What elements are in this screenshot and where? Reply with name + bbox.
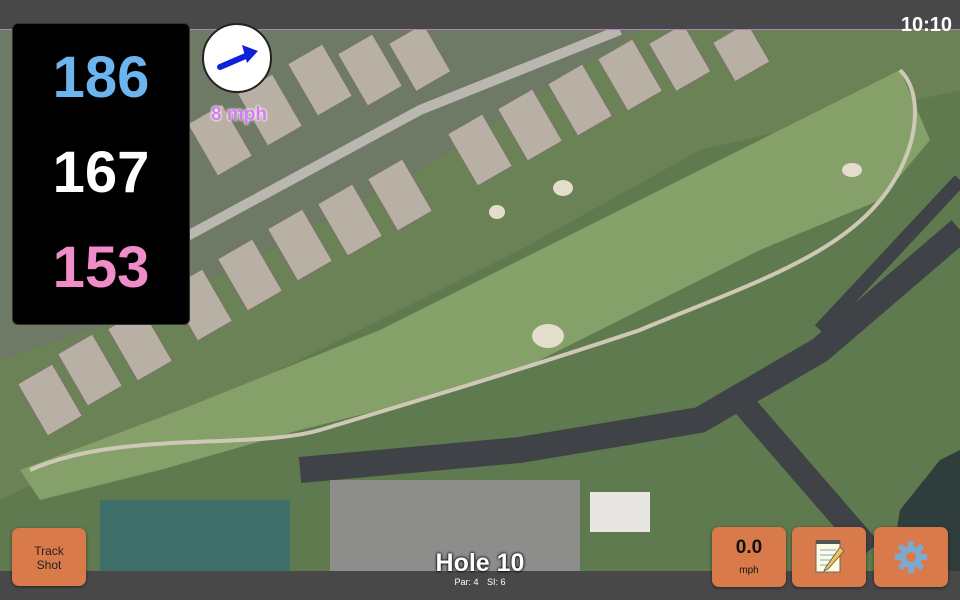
speed-value: 0.0 (735, 537, 763, 558)
track-shot-label-line2: Shot (36, 558, 62, 572)
arrow-icon (217, 45, 258, 70)
distance-panel: 186 167 153 (12, 23, 190, 325)
middle-distance: 167 (52, 140, 150, 205)
hole-info: Par: 4 SI: 6 (380, 577, 580, 587)
speed-button[interactable]: 0.0 mph (712, 527, 786, 587)
speed-unit: mph (739, 565, 759, 576)
notepad-icon (815, 540, 845, 573)
notes-button[interactable] (792, 527, 866, 587)
front-distance: 153 (52, 235, 150, 300)
wind-indicator (202, 23, 272, 93)
track-shot-button[interactable]: Track Shot (12, 528, 86, 586)
settings-button[interactable] (874, 527, 948, 587)
gear-icon (895, 541, 927, 573)
hole-title: Hole 10 (435, 549, 525, 577)
back-distance: 186 (52, 45, 150, 110)
hole-stroke-index: SI: 6 (487, 577, 506, 587)
track-shot-label: Track Shot (12, 544, 86, 572)
hole-par: Par: 4 (454, 577, 479, 587)
wind-speed: 8 mph (211, 104, 267, 125)
track-shot-label-line1: Track (34, 544, 64, 558)
clock: 10:10 (900, 14, 952, 36)
